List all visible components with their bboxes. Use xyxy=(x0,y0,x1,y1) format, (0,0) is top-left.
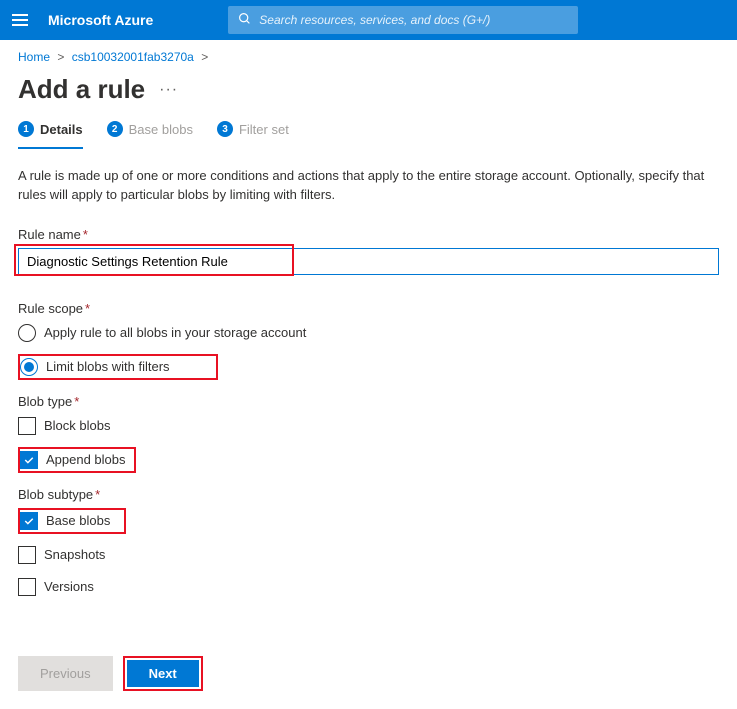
blob-type-append[interactable]: Append blobs xyxy=(18,447,136,473)
tab-step-badge: 2 xyxy=(107,121,123,137)
checkbox-label: Versions xyxy=(44,579,94,594)
highlight-box: Next xyxy=(123,656,203,691)
breadcrumb-resource[interactable]: csb10032001fab3270a xyxy=(72,50,194,64)
form-description: A rule is made up of one or more conditi… xyxy=(18,167,719,205)
required-marker: * xyxy=(95,487,100,502)
blob-type-block[interactable]: Block blobs xyxy=(18,415,719,437)
chevron-right-icon: > xyxy=(201,50,208,64)
rule-name-input[interactable] xyxy=(18,248,719,275)
tab-label: Filter set xyxy=(239,122,289,137)
brand-label: Microsoft Azure xyxy=(48,12,153,28)
more-icon[interactable]: ··· xyxy=(159,81,178,99)
checkbox-label: Snapshots xyxy=(44,547,105,562)
search-icon xyxy=(238,12,251,28)
rule-scope-label: Rule scope* xyxy=(18,301,719,316)
scope-option-filters[interactable]: Limit blobs with filters xyxy=(18,354,218,380)
previous-button[interactable]: Previous xyxy=(18,656,113,691)
checkbox-icon[interactable] xyxy=(20,451,38,469)
checkbox-icon[interactable] xyxy=(20,512,38,530)
breadcrumb-home[interactable]: Home xyxy=(18,50,50,64)
menu-icon[interactable] xyxy=(12,14,28,26)
topbar: Microsoft Azure xyxy=(0,0,737,40)
next-button[interactable]: Next xyxy=(127,660,199,687)
blob-type-label: Blob type* xyxy=(18,394,719,409)
tab-filter-set[interactable]: 3 Filter set xyxy=(217,117,289,149)
blob-subtype-versions[interactable]: Versions xyxy=(18,576,719,598)
breadcrumb: Home > csb10032001fab3270a > xyxy=(0,40,737,70)
tab-label: Base blobs xyxy=(129,122,193,137)
tab-base-blobs[interactable]: 2 Base blobs xyxy=(107,117,193,149)
checkbox-label: Block blobs xyxy=(44,418,110,433)
tabs-nav: 1 Details 2 Base blobs 3 Filter set xyxy=(0,117,737,149)
page-title: Add a rule xyxy=(18,74,145,105)
blob-subtype-snapshots[interactable]: Snapshots xyxy=(18,544,719,566)
checkbox-icon[interactable] xyxy=(18,578,36,596)
radio-icon[interactable] xyxy=(20,358,38,376)
form-content: A rule is made up of one or more conditi… xyxy=(0,149,737,626)
tab-label: Details xyxy=(40,122,83,137)
radio-label: Apply rule to all blobs in your storage … xyxy=(44,325,306,340)
checkbox-icon[interactable] xyxy=(18,546,36,564)
footer-buttons: Previous Next xyxy=(0,656,737,709)
checkbox-label: Base blobs xyxy=(46,513,110,528)
checkbox-label: Append blobs xyxy=(46,452,126,467)
scope-option-all[interactable]: Apply rule to all blobs in your storage … xyxy=(18,322,719,344)
blob-subtype-label: Blob subtype* xyxy=(18,487,719,502)
radio-label: Limit blobs with filters xyxy=(46,359,170,374)
chevron-right-icon: > xyxy=(57,50,64,64)
required-marker: * xyxy=(83,227,88,242)
tab-step-badge: 3 xyxy=(217,121,233,137)
tab-details[interactable]: 1 Details xyxy=(18,117,83,149)
tab-step-badge: 1 xyxy=(18,121,34,137)
required-marker: * xyxy=(74,394,79,409)
search-input[interactable] xyxy=(259,13,568,27)
radio-icon[interactable] xyxy=(18,324,36,342)
search-box[interactable] xyxy=(228,6,578,34)
rule-name-label: Rule name* xyxy=(18,227,719,242)
page-title-row: Add a rule ··· xyxy=(0,70,737,117)
required-marker: * xyxy=(85,301,90,316)
checkbox-icon[interactable] xyxy=(18,417,36,435)
blob-subtype-base[interactable]: Base blobs xyxy=(18,508,126,534)
